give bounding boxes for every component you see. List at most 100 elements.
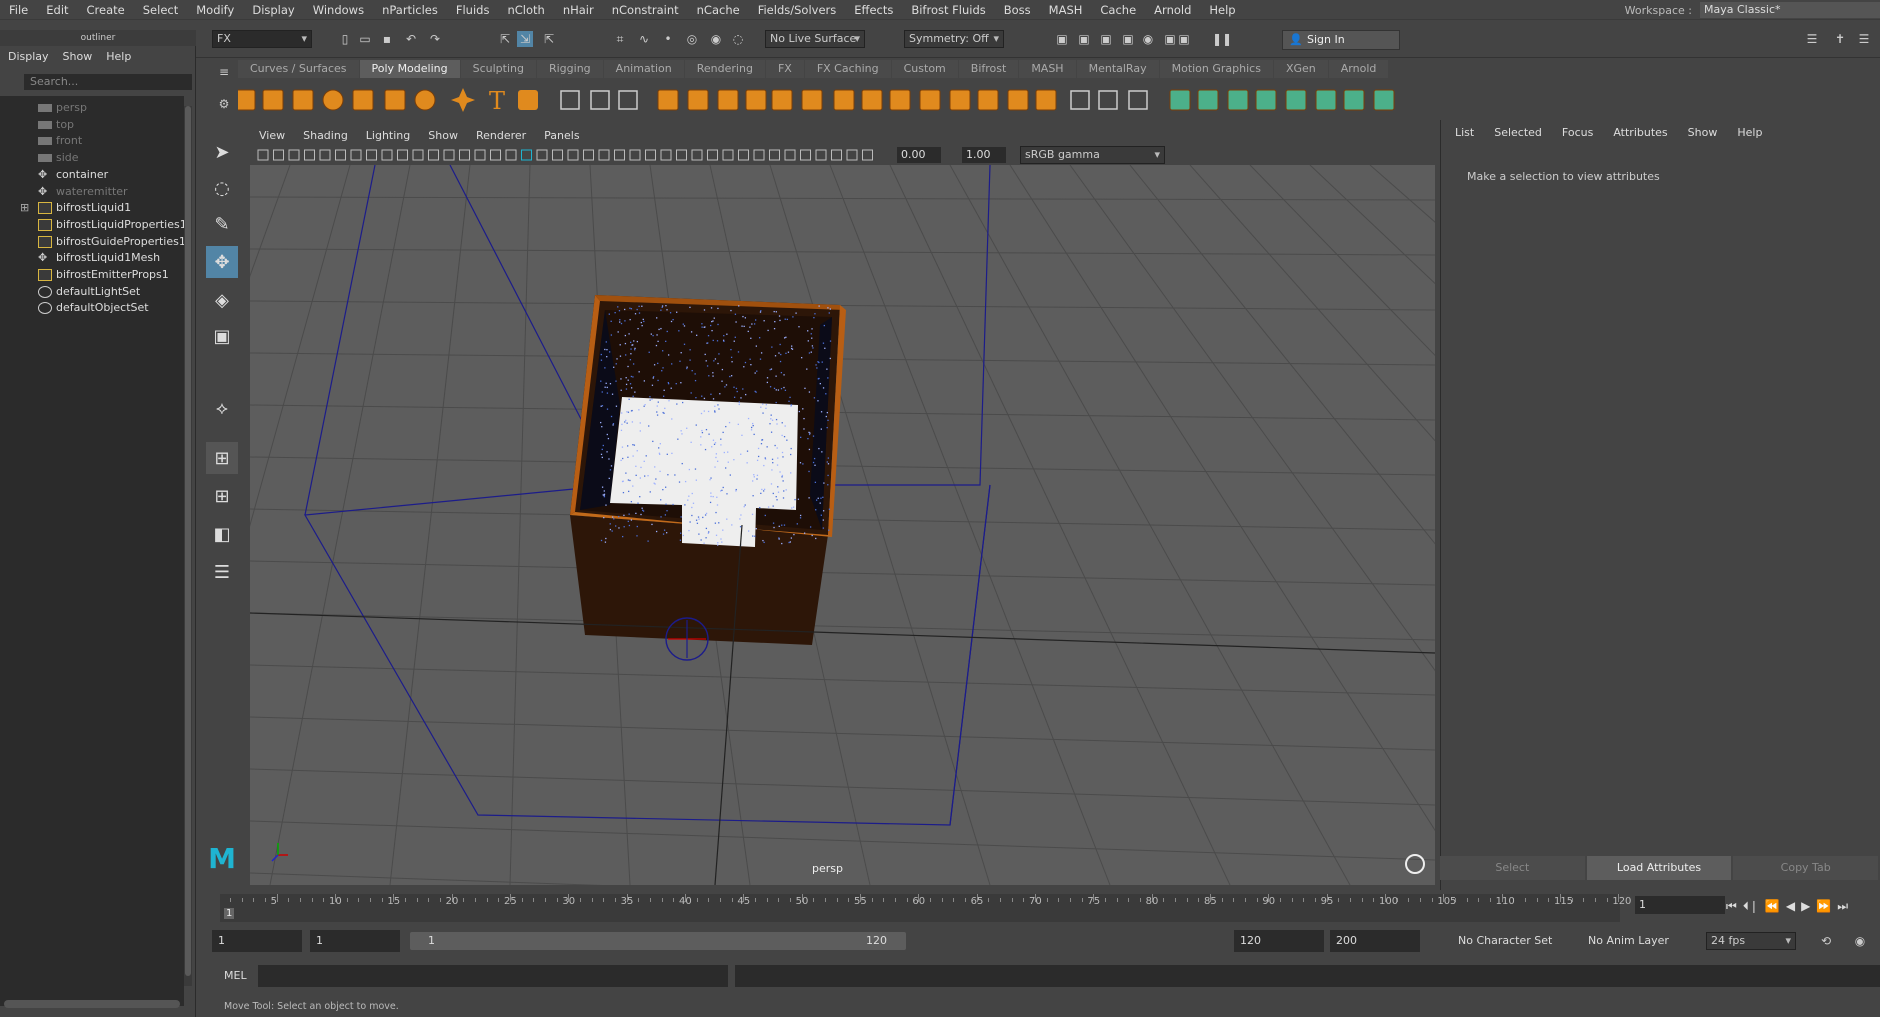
- outliner-scrollbar[interactable]: [184, 106, 192, 986]
- menu-cache[interactable]: Cache: [1091, 3, 1145, 17]
- symmetry-dropdown[interactable]: Symmetry: Off: [904, 30, 1004, 48]
- menu-effects[interactable]: Effects: [845, 3, 902, 17]
- menu-arnold[interactable]: Arnold: [1145, 3, 1200, 17]
- panel-menu-show[interactable]: Show: [419, 127, 467, 145]
- menu-windows[interactable]: Windows: [304, 3, 373, 17]
- live-surface-field[interactable]: No Live Surface: [765, 30, 865, 48]
- new-scene-icon[interactable]: ▯: [337, 31, 353, 47]
- menu-bifrost-fluids[interactable]: Bifrost Fluids: [902, 3, 994, 17]
- paint-select-tool-icon[interactable]: ✎: [206, 208, 238, 240]
- snap-grid-icon[interactable]: ⌗: [612, 31, 628, 47]
- go-to-start-icon[interactable]: ⏮: [1726, 899, 1737, 914]
- attr-menu-help[interactable]: Help: [1727, 126, 1772, 139]
- playback-end-field[interactable]: 120: [1234, 930, 1324, 952]
- menu-fields-solvers[interactable]: Fields/Solvers: [749, 3, 846, 17]
- gamma-field[interactable]: 1.00: [962, 147, 1006, 163]
- move-tool-icon[interactable]: ✥: [206, 246, 238, 278]
- tool-settings-icon[interactable]: ☰: [1856, 31, 1872, 47]
- shelf-tab[interactable]: Rigging: [536, 60, 603, 78]
- menu-select[interactable]: Select: [134, 3, 187, 17]
- attr-select-button[interactable]: Select: [1440, 856, 1585, 880]
- view-cube-icon[interactable]: [1405, 854, 1425, 874]
- panel-menu-shading[interactable]: Shading: [294, 127, 357, 145]
- two-layout-icon[interactable]: ◧: [206, 518, 238, 550]
- menu-set-dropdown[interactable]: FX: [212, 30, 312, 48]
- menu-ncloth[interactable]: nCloth: [498, 3, 553, 17]
- menu-nhair[interactable]: nHair: [554, 3, 603, 17]
- scroll-thumb[interactable]: [185, 106, 191, 976]
- shelf-tab[interactable]: Motion Graphics: [1159, 60, 1273, 78]
- anim-layer-dropdown[interactable]: No Anim Layer: [1582, 930, 1682, 952]
- render-settings-icon[interactable]: ▣: [1120, 31, 1136, 47]
- step-back-icon[interactable]: ⏴❘: [1743, 899, 1759, 914]
- select-by-hierarchy-icon[interactable]: ⇱: [497, 31, 513, 47]
- menu-nparticles[interactable]: nParticles: [373, 3, 447, 17]
- rotate-tool-icon[interactable]: ◈: [206, 284, 238, 316]
- menu-file[interactable]: File: [0, 3, 37, 17]
- snap-surface-icon[interactable]: ◉: [708, 31, 724, 47]
- attr-menu-focus[interactable]: Focus: [1552, 126, 1603, 139]
- shelf-tab[interactable]: Poly Modeling: [359, 60, 460, 78]
- shelf-menu-icon[interactable]: ≡: [216, 64, 232, 80]
- attr-menu-show[interactable]: Show: [1678, 126, 1728, 139]
- outliner-menu-show[interactable]: Show: [63, 50, 93, 63]
- playback-start-field[interactable]: 1: [310, 930, 400, 952]
- menu-nconstraint[interactable]: nConstraint: [603, 3, 688, 17]
- character-set-dropdown[interactable]: No Character Set: [1452, 930, 1570, 952]
- step-forward-key-icon[interactable]: ⏩: [1816, 899, 1831, 913]
- open-scene-icon[interactable]: ▭: [357, 31, 373, 47]
- panel-menu-view[interactable]: View: [250, 127, 294, 145]
- sign-in-button[interactable]: 👤 Sign In: [1282, 30, 1400, 50]
- exposure-field[interactable]: 0.00: [897, 147, 941, 163]
- attr-menu-list[interactable]: List: [1445, 126, 1484, 139]
- viewport-persp[interactable]: persp: [250, 165, 1435, 885]
- range-slider[interactable]: 1 120: [410, 932, 906, 950]
- menu-fluids[interactable]: Fluids: [447, 3, 499, 17]
- ipr-render-icon[interactable]: ▣: [1098, 31, 1114, 47]
- last-tool-icon[interactable]: ⟡: [206, 392, 238, 424]
- snap-live-icon[interactable]: ◌: [730, 31, 746, 47]
- menu-display[interactable]: Display: [243, 3, 303, 17]
- scene-start-field[interactable]: 1: [212, 930, 302, 952]
- menu-help[interactable]: Help: [1200, 3, 1244, 17]
- time-slider-track[interactable]: 5 10 15 20 25 30 35 40 45 50 55 60 65 70 75 80 85 90 95 100…: [220, 894, 1631, 922]
- attr-menu-selected[interactable]: Selected: [1484, 126, 1552, 139]
- outliner-menu-help[interactable]: Help: [106, 50, 131, 63]
- shelf-tab[interactable]: Custom: [891, 60, 958, 78]
- shelf-tab[interactable]: Sculpting: [460, 60, 536, 78]
- shelf-tab[interactable]: XGen: [1273, 60, 1328, 78]
- workspace-dropdown[interactable]: Maya Classic*: [1700, 2, 1880, 18]
- outliner-search-input[interactable]: Search...: [24, 74, 192, 90]
- single-layout-icon[interactable]: ⊞: [206, 442, 238, 474]
- outliner-item[interactable]: defaultObjectSet: [0, 298, 184, 318]
- snap-curve-icon[interactable]: ∿: [636, 31, 652, 47]
- character-controls-icon[interactable]: ✝: [1832, 31, 1848, 47]
- redo-icon[interactable]: ↷: [427, 31, 443, 47]
- time-slider[interactable]: 5 10 15 20 25 30 35 40 45 50 55 60 65 70 75 80 85 90 95 100…: [214, 890, 1634, 924]
- command-input[interactable]: [258, 965, 728, 987]
- panel-menu-panels[interactable]: Panels: [535, 127, 588, 145]
- menu-create[interactable]: Create: [78, 3, 134, 17]
- lasso-tool-icon[interactable]: ◌: [206, 172, 238, 204]
- menu-edit[interactable]: Edit: [37, 3, 77, 17]
- outliner-layout-icon[interactable]: ☰: [206, 556, 238, 588]
- select-tool-icon[interactable]: ➤: [206, 136, 238, 168]
- fps-dropdown[interactable]: 24 fps: [1706, 932, 1796, 950]
- render-current-icon[interactable]: ▣: [1076, 31, 1092, 47]
- step-back-key-icon[interactable]: ⏪: [1765, 899, 1780, 913]
- menu-ncache[interactable]: nCache: [688, 3, 749, 17]
- workspace-icon[interactable]: ☰: [1804, 31, 1820, 47]
- hypershade-icon[interactable]: ◉: [1140, 31, 1156, 47]
- go-to-end-icon[interactable]: ⏭: [1837, 899, 1848, 914]
- panel-menu-lighting[interactable]: Lighting: [357, 127, 419, 145]
- attr-load-attributes-button[interactable]: Load Attributes: [1586, 856, 1732, 880]
- menu-mash[interactable]: MASH: [1040, 3, 1092, 17]
- current-frame-field[interactable]: 1: [1635, 896, 1725, 914]
- undo-icon[interactable]: ↶: [403, 31, 419, 47]
- scene-end-field[interactable]: 200: [1330, 930, 1420, 952]
- shelf-tab[interactable]: FX: [765, 60, 804, 78]
- color-space-dropdown[interactable]: sRGB gamma: [1020, 146, 1165, 164]
- shelf-tab[interactable]: Curves / Surfaces: [238, 60, 359, 78]
- shelf-tab[interactable]: Animation: [603, 60, 684, 78]
- shelf-tab[interactable]: Bifrost: [958, 60, 1019, 78]
